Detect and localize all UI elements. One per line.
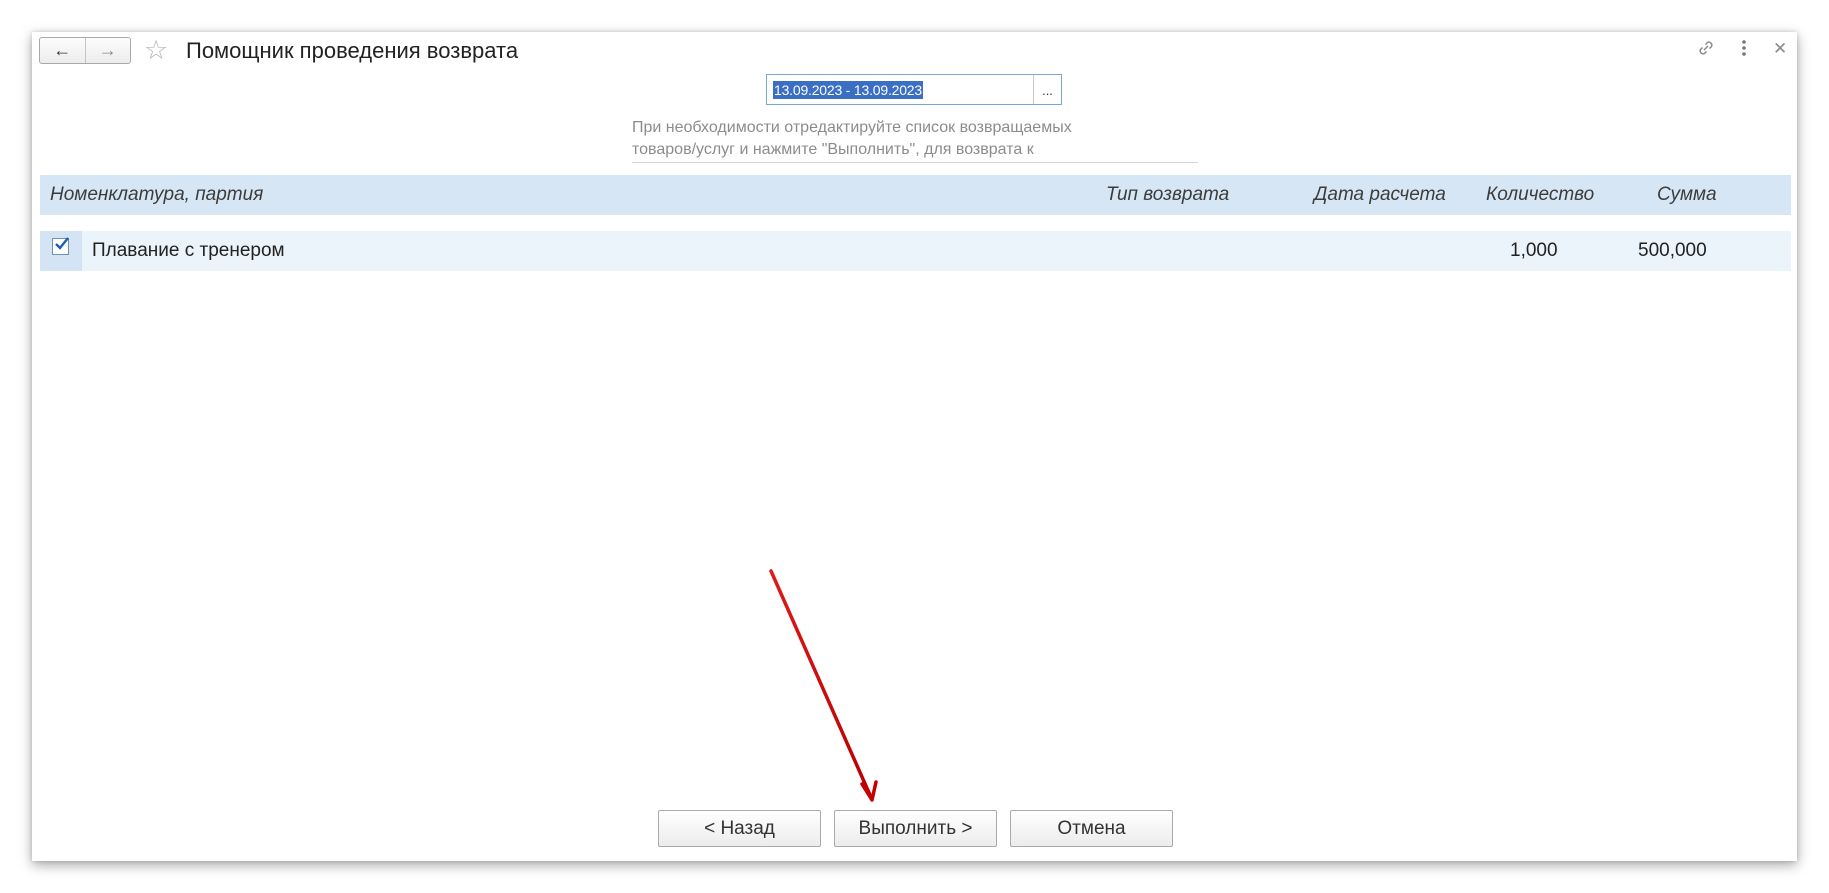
forward-nav-button[interactable]: → (84, 38, 131, 63)
row-quantity: 1,000 (1510, 240, 1558, 261)
row-check-cell (40, 231, 82, 271)
hint-line-2: товаров/услуг и нажмите "Выполнить", для… (632, 141, 1034, 158)
more-vertical-icon[interactable] (1740, 38, 1748, 63)
column-header-nomenclature[interactable]: Номенклатура, партия (50, 175, 263, 215)
column-header-sum[interactable]: Сумма (1657, 175, 1717, 215)
period-value: 13.09.2023 - 13.09.2023 (773, 80, 923, 99)
arrow-right-icon: → (98, 40, 117, 60)
checkmark-icon (55, 237, 69, 250)
column-header-quantity[interactable]: Количество (1486, 175, 1594, 215)
row-checkbox[interactable] (52, 237, 69, 255)
back-button[interactable]: < Назад (658, 810, 821, 847)
window-title: Помощник проведения возврата (186, 38, 519, 63)
period-input[interactable]: 13.09.2023 - 13.09.2023 (767, 75, 1033, 104)
row-sum: 500,000 (1638, 240, 1707, 261)
close-icon[interactable]: ✕ (1773, 38, 1787, 60)
cancel-button[interactable]: Отмена (1010, 810, 1173, 847)
table-header: Номенклатура, партия Тип возврата Дата р… (40, 175, 1791, 215)
assistant-window: ← → ☆ Помощник проведения возврата ✕ 13.… (32, 32, 1797, 861)
navigation-buttons: ← → (39, 37, 131, 64)
execute-button[interactable]: Выполнить > (834, 810, 997, 847)
period-select-button[interactable]: ... (1033, 75, 1061, 104)
hint-line-1: При необходимости отредактируйте список … (632, 119, 1072, 136)
column-header-calc-date[interactable]: Дата расчета (1314, 175, 1446, 215)
period-field[interactable]: 13.09.2023 - 13.09.2023 ... (766, 74, 1062, 105)
link-icon[interactable] (1696, 38, 1716, 63)
hint-text: При необходимости отредактируйте список … (632, 117, 1198, 163)
row-name: Плавание с тренером (92, 240, 285, 261)
arrow-left-icon: ← (53, 40, 72, 60)
favorite-star-icon[interactable]: ☆ (144, 35, 168, 65)
back-nav-button[interactable]: ← (40, 38, 85, 63)
table-row[interactable]: Плавание с тренером 1,000 500,000 (40, 231, 1791, 271)
column-header-return-type[interactable]: Тип возврата (1106, 175, 1229, 215)
